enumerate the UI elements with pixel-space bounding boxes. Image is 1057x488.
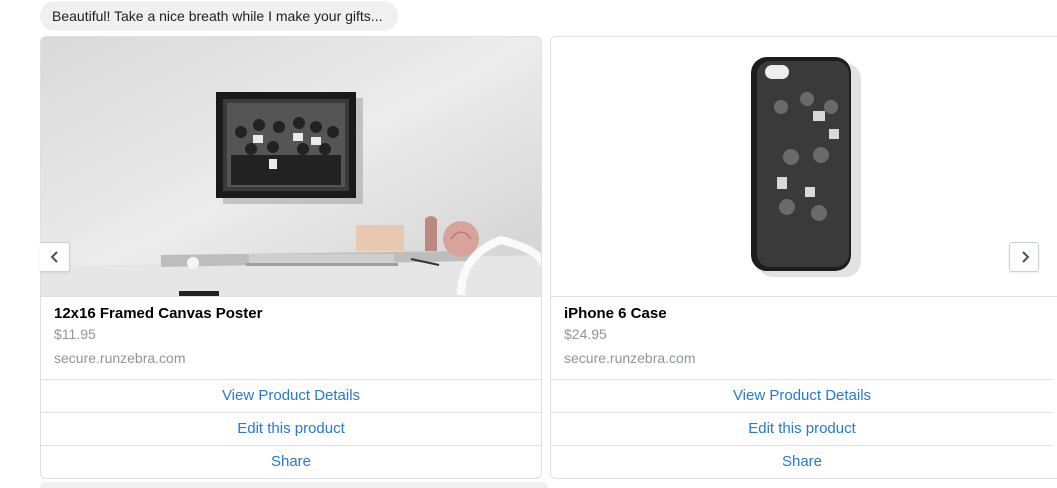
edit-product-button[interactable]: Edit this product (551, 412, 1053, 445)
share-button[interactable]: Share (551, 445, 1053, 478)
product-price: $11.95 (54, 326, 96, 342)
product-image-framed-poster[interactable] (41, 37, 541, 297)
product-price: $24.95 (564, 326, 607, 342)
view-product-details-button[interactable]: View Product Details (41, 379, 541, 412)
carousel-prev-button[interactable] (40, 242, 70, 272)
product-domain: secure.runzebra.com (54, 350, 186, 366)
product-card: iPhone 6 Case $24.95 secure.runzebra.com… (550, 36, 1057, 479)
chevron-left-icon (50, 251, 58, 263)
share-button[interactable]: Share (41, 445, 541, 478)
product-domain: secure.runzebra.com (564, 350, 696, 366)
next-message-bubble (40, 482, 548, 488)
product-title: iPhone 6 Case (564, 305, 667, 322)
view-product-details-button[interactable]: View Product Details (551, 379, 1053, 412)
product-image-iphone-case[interactable] (551, 37, 1057, 297)
edit-product-button[interactable]: Edit this product (41, 412, 541, 445)
chevron-right-icon (1022, 251, 1030, 263)
product-title: 12x16 Framed Canvas Poster (54, 305, 263, 322)
carousel-next-button[interactable] (1009, 242, 1039, 272)
chat-message-bubble: Beautiful! Take a nice breath while I ma… (40, 1, 399, 31)
product-card: 12x16 Framed Canvas Poster $11.95 secure… (40, 36, 542, 479)
chat-message-text: Beautiful! Take a nice breath while I ma… (52, 8, 383, 24)
